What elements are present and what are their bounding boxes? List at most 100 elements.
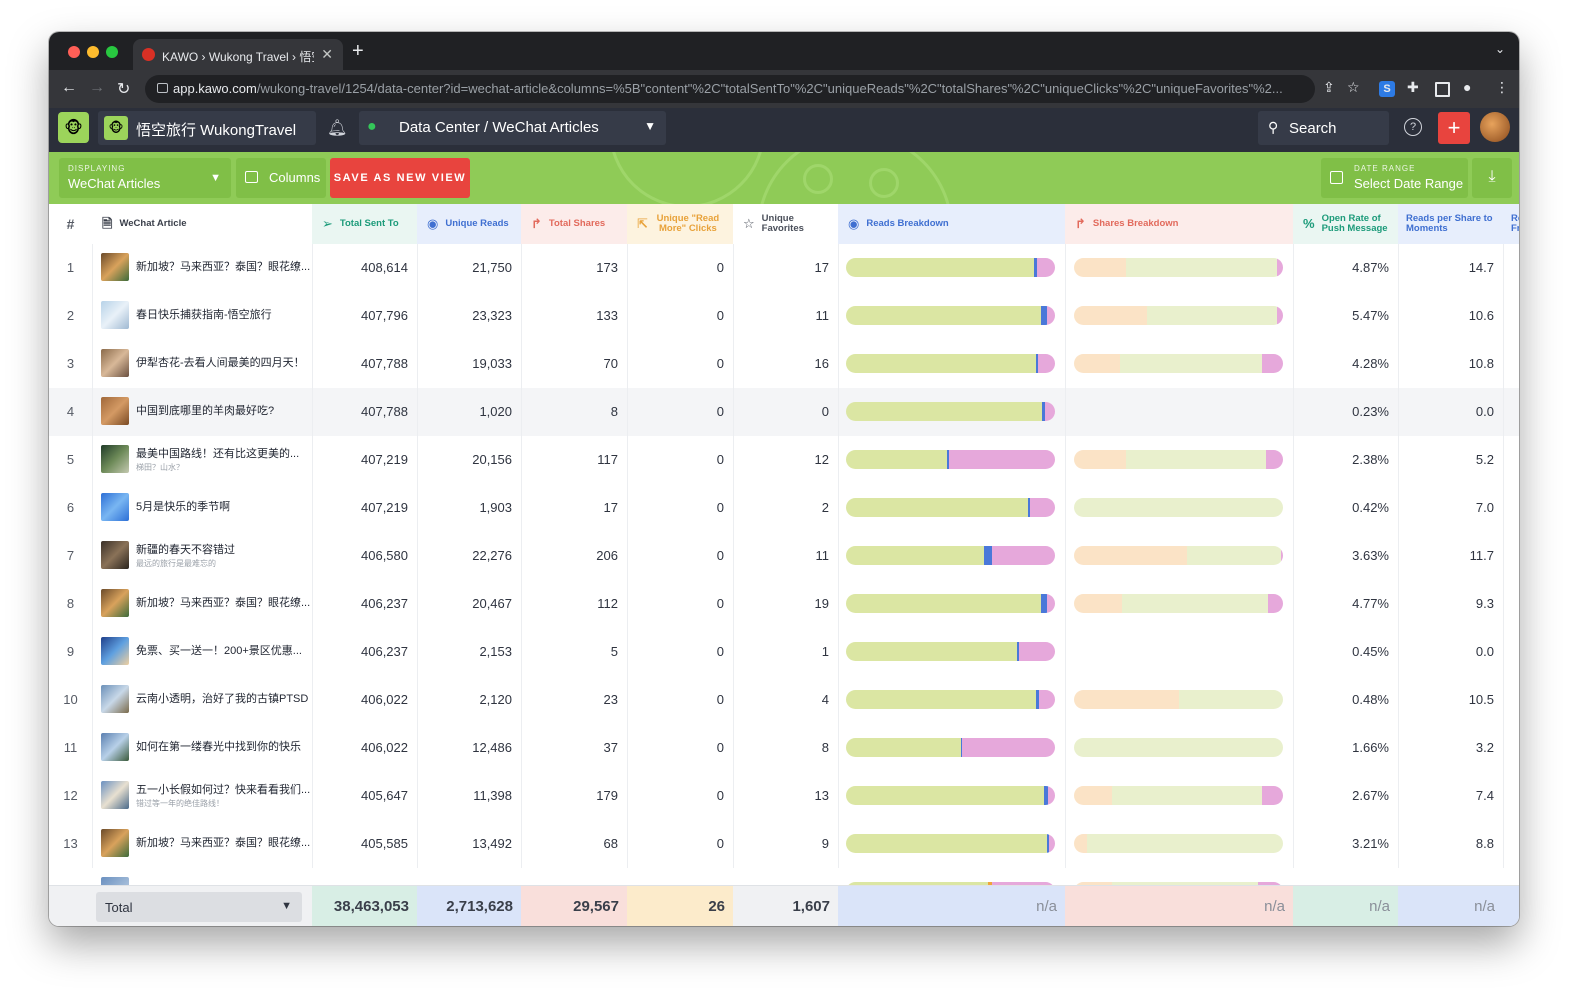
table-row[interactable]: 6 5月是快乐的季节啊 407,219 1,903 17 0 2 0.42% 7.0 [49,484,1519,533]
reads-breakdown-bar[interactable] [846,402,1055,421]
help-icon[interactable]: ? [1404,118,1422,136]
table-row[interactable]: 8 新加坡？马来西亚？泰国？眼花缭... 406,237 20,467 112 0 19 4.… [49,580,1519,629]
column-divider [1065,772,1066,820]
favorites-value: 13 [814,788,829,803]
extension-s-icon[interactable]: S [1379,81,1395,97]
header-open-rate[interactable]: % Open Rate of Push Message [1293,204,1398,244]
address-bar[interactable]: app.kawo.com/wukong-travel/1254/data-cen… [145,75,1315,103]
header-article[interactable]: 🗎︎ WeChat Article [92,204,312,244]
read-more-value: 0 [716,404,724,419]
header-total-shares[interactable]: ↱ Total Shares [521,204,627,244]
article-title[interactable]: 5月是快乐的季节啊 [136,501,230,514]
reads-breakdown-bar[interactable] [846,690,1055,709]
shares-breakdown-bar[interactable] [1074,546,1283,565]
shares-breakdown-bar[interactable] [1074,450,1283,469]
article-title[interactable]: 如何在第一缕春光中找到你的快乐 [136,741,301,754]
search-button[interactable]: ⚲ Search [1258,111,1389,145]
article-title[interactable]: 最美中国路线！还有比这更美的... [136,448,299,461]
maximize-window-icon[interactable] [106,46,118,58]
columns-button[interactable]: Columns [236,158,326,198]
user-avatar[interactable] [1480,112,1510,142]
shares-breakdown-bar[interactable] [1074,498,1283,517]
bookmark-star-icon[interactable]: ☆ [1347,79,1360,96]
header-read-more[interactable]: ⇱ Unique "Read More" Clicks [627,204,733,244]
browser-menu-icon[interactable]: ⋮ [1495,79,1509,96]
reads-breakdown-bar[interactable] [846,354,1055,373]
open-rate-total: n/a [1293,886,1398,926]
table-row[interactable]: 12 五一小长假如何过？快来看看我们... 错过等一年的绝佳路线！ 405,647 11… [49,772,1519,821]
reads-breakdown-bar[interactable] [846,834,1055,853]
date-range-picker[interactable]: DATE RANGE Select Date Range [1321,158,1468,198]
browser-tab[interactable]: KAWO › Wukong Travel › 悟空旅 ✕ [133,39,343,70]
aggregate-select[interactable]: Total ▼ [96,892,302,922]
reads-breakdown-bar[interactable] [846,738,1055,757]
reads-breakdown-bar[interactable] [846,546,1055,565]
module-selector[interactable]: ● Data Center / WeChat Articles ▼ [359,111,666,145]
shares-breakdown-bar[interactable] [1074,834,1283,853]
forward-icon[interactable]: → [89,79,105,97]
table-row[interactable]: 10 云南小透明，治好了我的古镇PTSD 406,022 2,120 23 0 4 0.48%… [49,676,1519,725]
shares-breakdown-bar[interactable] [1074,594,1283,613]
table-row[interactable]: 4 中国到底哪里的羊肉最好吃? 407,788 1,020 8 0 0 0.23% 0.0 [49,388,1519,437]
table-row[interactable]: 1 新加坡？马来西亚？泰国？眼花缭... 408,614 21,750 173 0 17 4.… [49,244,1519,293]
reads-breakdown-bar[interactable] [846,642,1055,661]
table-row[interactable]: 2 春日快乐捕获指南-悟空旅行 407,796 23,323 133 0 11 5.47% 10… [49,292,1519,341]
shares-breakdown-bar[interactable] [1074,690,1283,709]
kawo-logo-icon[interactable]: 🐵 [58,112,89,143]
header-cut-off-column[interactable]: Re Fr [1503,204,1519,244]
displaying-select[interactable]: DISPLAYING WeChat Articles ▼ [59,158,231,198]
table-row-partial[interactable] [49,868,1519,885]
article-title[interactable]: 新疆的春天不容错过 [136,544,235,557]
table-row[interactable]: 5 最美中国路线！还有比这更美的... 梯田？山水？ 407,219 20,156 117… [49,436,1519,485]
reads-breakdown-bar[interactable] [846,498,1055,517]
reload-icon[interactable]: ↻ [117,79,130,99]
table-row[interactable]: 13 新加坡？马来西亚？泰国？眼花缭... 405,585 13,492 68 0 9 3.2… [49,820,1519,869]
article-title[interactable]: 云南小透明，治好了我的古镇PTSD [136,693,308,706]
article-title[interactable]: 伊犁杏花-去看人间最美的四月天！ [136,357,305,370]
notification-bell-icon[interactable]: 🔔︎ [327,118,347,138]
table-row[interactable]: 9 免票、买一送一！200+景区优惠... 406,237 2,153 5 0 1 0.45%… [49,628,1519,677]
article-title[interactable]: 免票、买一送一！200+景区优惠... [136,645,302,658]
article-title[interactable]: 中国到底哪里的羊肉最好吃? [136,405,274,418]
header-favorites[interactable]: ☆ Unique Favorites [733,204,838,244]
back-icon[interactable]: ← [61,79,77,97]
total-sent-value: 407,788 [361,356,408,371]
article-title[interactable]: 新加坡？马来西亚？泰国？眼花缭... [136,597,310,610]
reads-breakdown-bar[interactable] [846,786,1055,805]
extensions-puzzle-icon[interactable]: ✚ [1407,79,1419,96]
shares-breakdown-bar[interactable] [1074,306,1283,325]
save-as-new-view-button[interactable]: SAVE AS NEW VIEW [330,158,470,198]
article-title[interactable]: 五一小长假如何过？快来看看我们... [136,784,310,797]
reads-breakdown-bar[interactable] [846,450,1055,469]
table-row[interactable]: 7 新疆的春天不容错过 最远的旅行是最难忘的 406,580 22,276 206 0 11 3… [49,532,1519,581]
close-tab-icon[interactable]: ✕ [321,46,333,63]
download-button[interactable]: ⤓ [1472,158,1512,198]
minimize-window-icon[interactable] [87,46,99,58]
table-row[interactable]: 11 如何在第一缕春光中找到你的快乐 406,022 12,486 37 0 8 1.66% 3… [49,724,1519,773]
header-reads-breakdown[interactable]: ◉ Reads Breakdown [838,204,1065,244]
header-reads-per-share[interactable]: Reads per Share to Moments [1398,204,1503,244]
table-row[interactable]: 3 伊犁杏花-去看人间最美的四月天！ 407,788 19,033 70 0 16 4.28%… [49,340,1519,389]
header-total-sent[interactable]: ➢ Total Sent To [312,204,417,244]
share-icon[interactable]: ⇪ [1323,79,1335,96]
sidebar-toggle-icon[interactable] [1435,82,1450,97]
shares-breakdown-bar[interactable] [1074,354,1283,373]
close-window-icon[interactable] [68,46,80,58]
brand-switcher[interactable]: 🐵 悟空旅行 WukongTravel [98,111,316,145]
create-plus-button[interactable]: + [1438,112,1470,144]
shares-breakdown-bar[interactable] [1074,738,1283,757]
article-title[interactable]: 新加坡？马来西亚？泰国？眼花缭... [136,261,310,274]
reads-breakdown-bar[interactable] [846,594,1055,613]
profile-icon[interactable]: ● [1463,79,1471,95]
article-title[interactable]: 新加坡？马来西亚？泰国？眼花缭... [136,837,310,850]
header-shares-breakdown[interactable]: ↱ Shares Breakdown [1065,204,1293,244]
article-title[interactable]: 春日快乐捕获指南-悟空旅行 [136,309,272,322]
reads-breakdown-bar[interactable] [846,306,1055,325]
shares-breakdown-bar-segment [1074,450,1127,469]
tab-search-chevron-icon[interactable]: ⌄ [1495,42,1505,56]
shares-breakdown-bar[interactable] [1074,786,1283,805]
shares-breakdown-bar[interactable] [1074,258,1283,277]
new-tab-icon[interactable]: + [352,40,364,63]
header-unique-reads[interactable]: ◉ Unique Reads [417,204,521,244]
reads-breakdown-bar[interactable] [846,258,1055,277]
